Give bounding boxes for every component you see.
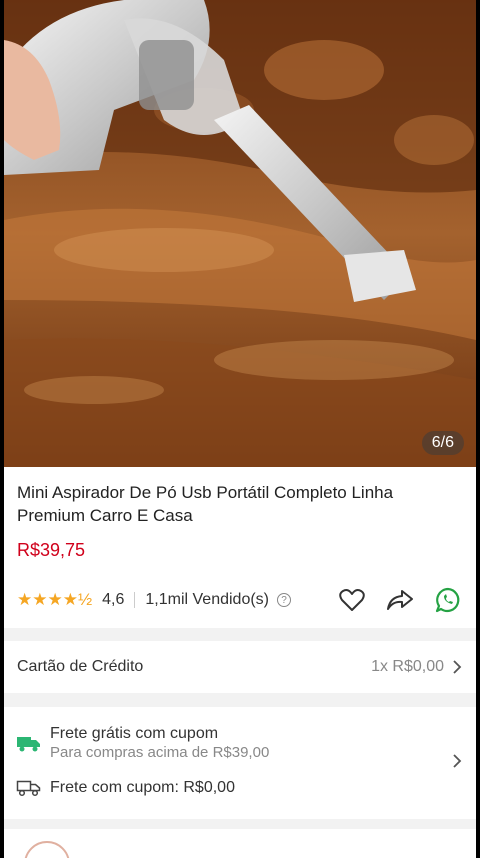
section-divider [4,819,476,829]
free-shipping-subtitle: Para compras acima de R$39,00 [50,744,270,761]
free-shipping-title: Frete grátis com cupom [50,725,219,742]
store-avatar[interactable] [24,841,70,858]
product-info-section: Mini Aspirador De Pó Usb Portátil Comple… [4,467,476,628]
chevron-right-icon [453,754,462,768]
green-truck-icon [17,737,40,752]
coupon-shipping-info: Frete com cupom: R$0,00 [16,778,235,798]
free-shipping-info: Frete grátis com cupom Para compras acim… [16,724,269,762]
image-counter: 6/6 [421,431,464,455]
coupon-shipping-text: Frete com cupom: R$0,00 [50,779,235,796]
section-divider [4,628,476,641]
next-section-partial [4,829,476,858]
product-page: 6/6 Mini Aspirador De Pó Usb Portátil Co… [0,0,480,858]
product-price: R$39,75 [17,540,86,560]
rating-value: 4,6 [102,591,125,608]
truck-outline-icon [16,780,41,797]
sold-count: 1,1mil Vendido(s) [145,591,270,608]
whatsapp-button[interactable] [433,586,463,614]
product-meta-row: ★★★★½ 4,6 1,1mil Vendido(s) ? [17,586,467,614]
payment-label: Cartão de Crédito [17,658,144,675]
product-photo [4,0,476,467]
share-arrow-icon [387,590,413,610]
favorite-button[interactable] [337,586,367,614]
section-divider [4,693,476,707]
share-button[interactable] [385,586,415,614]
shipping-section[interactable]: Frete grátis com cupom Para compras acim… [4,707,476,819]
payment-row[interactable]: Cartão de Crédito 1x R$0,00 [4,641,476,693]
product-title: Mini Aspirador De Pó Usb Portátil Comple… [17,483,394,525]
product-image-carousel[interactable]: 6/6 [4,0,476,467]
action-icons [337,586,463,614]
help-icon[interactable]: ? [277,593,292,607]
whatsapp-icon [435,587,460,613]
installment-value: 1x R$0,00 [371,658,444,675]
heart-icon [339,589,365,611]
chevron-right-icon [453,660,462,674]
rating-stars-icon: ★★★★½ [17,590,93,609]
divider [134,592,136,608]
payment-installments: 1x R$0,00 [371,658,462,676]
